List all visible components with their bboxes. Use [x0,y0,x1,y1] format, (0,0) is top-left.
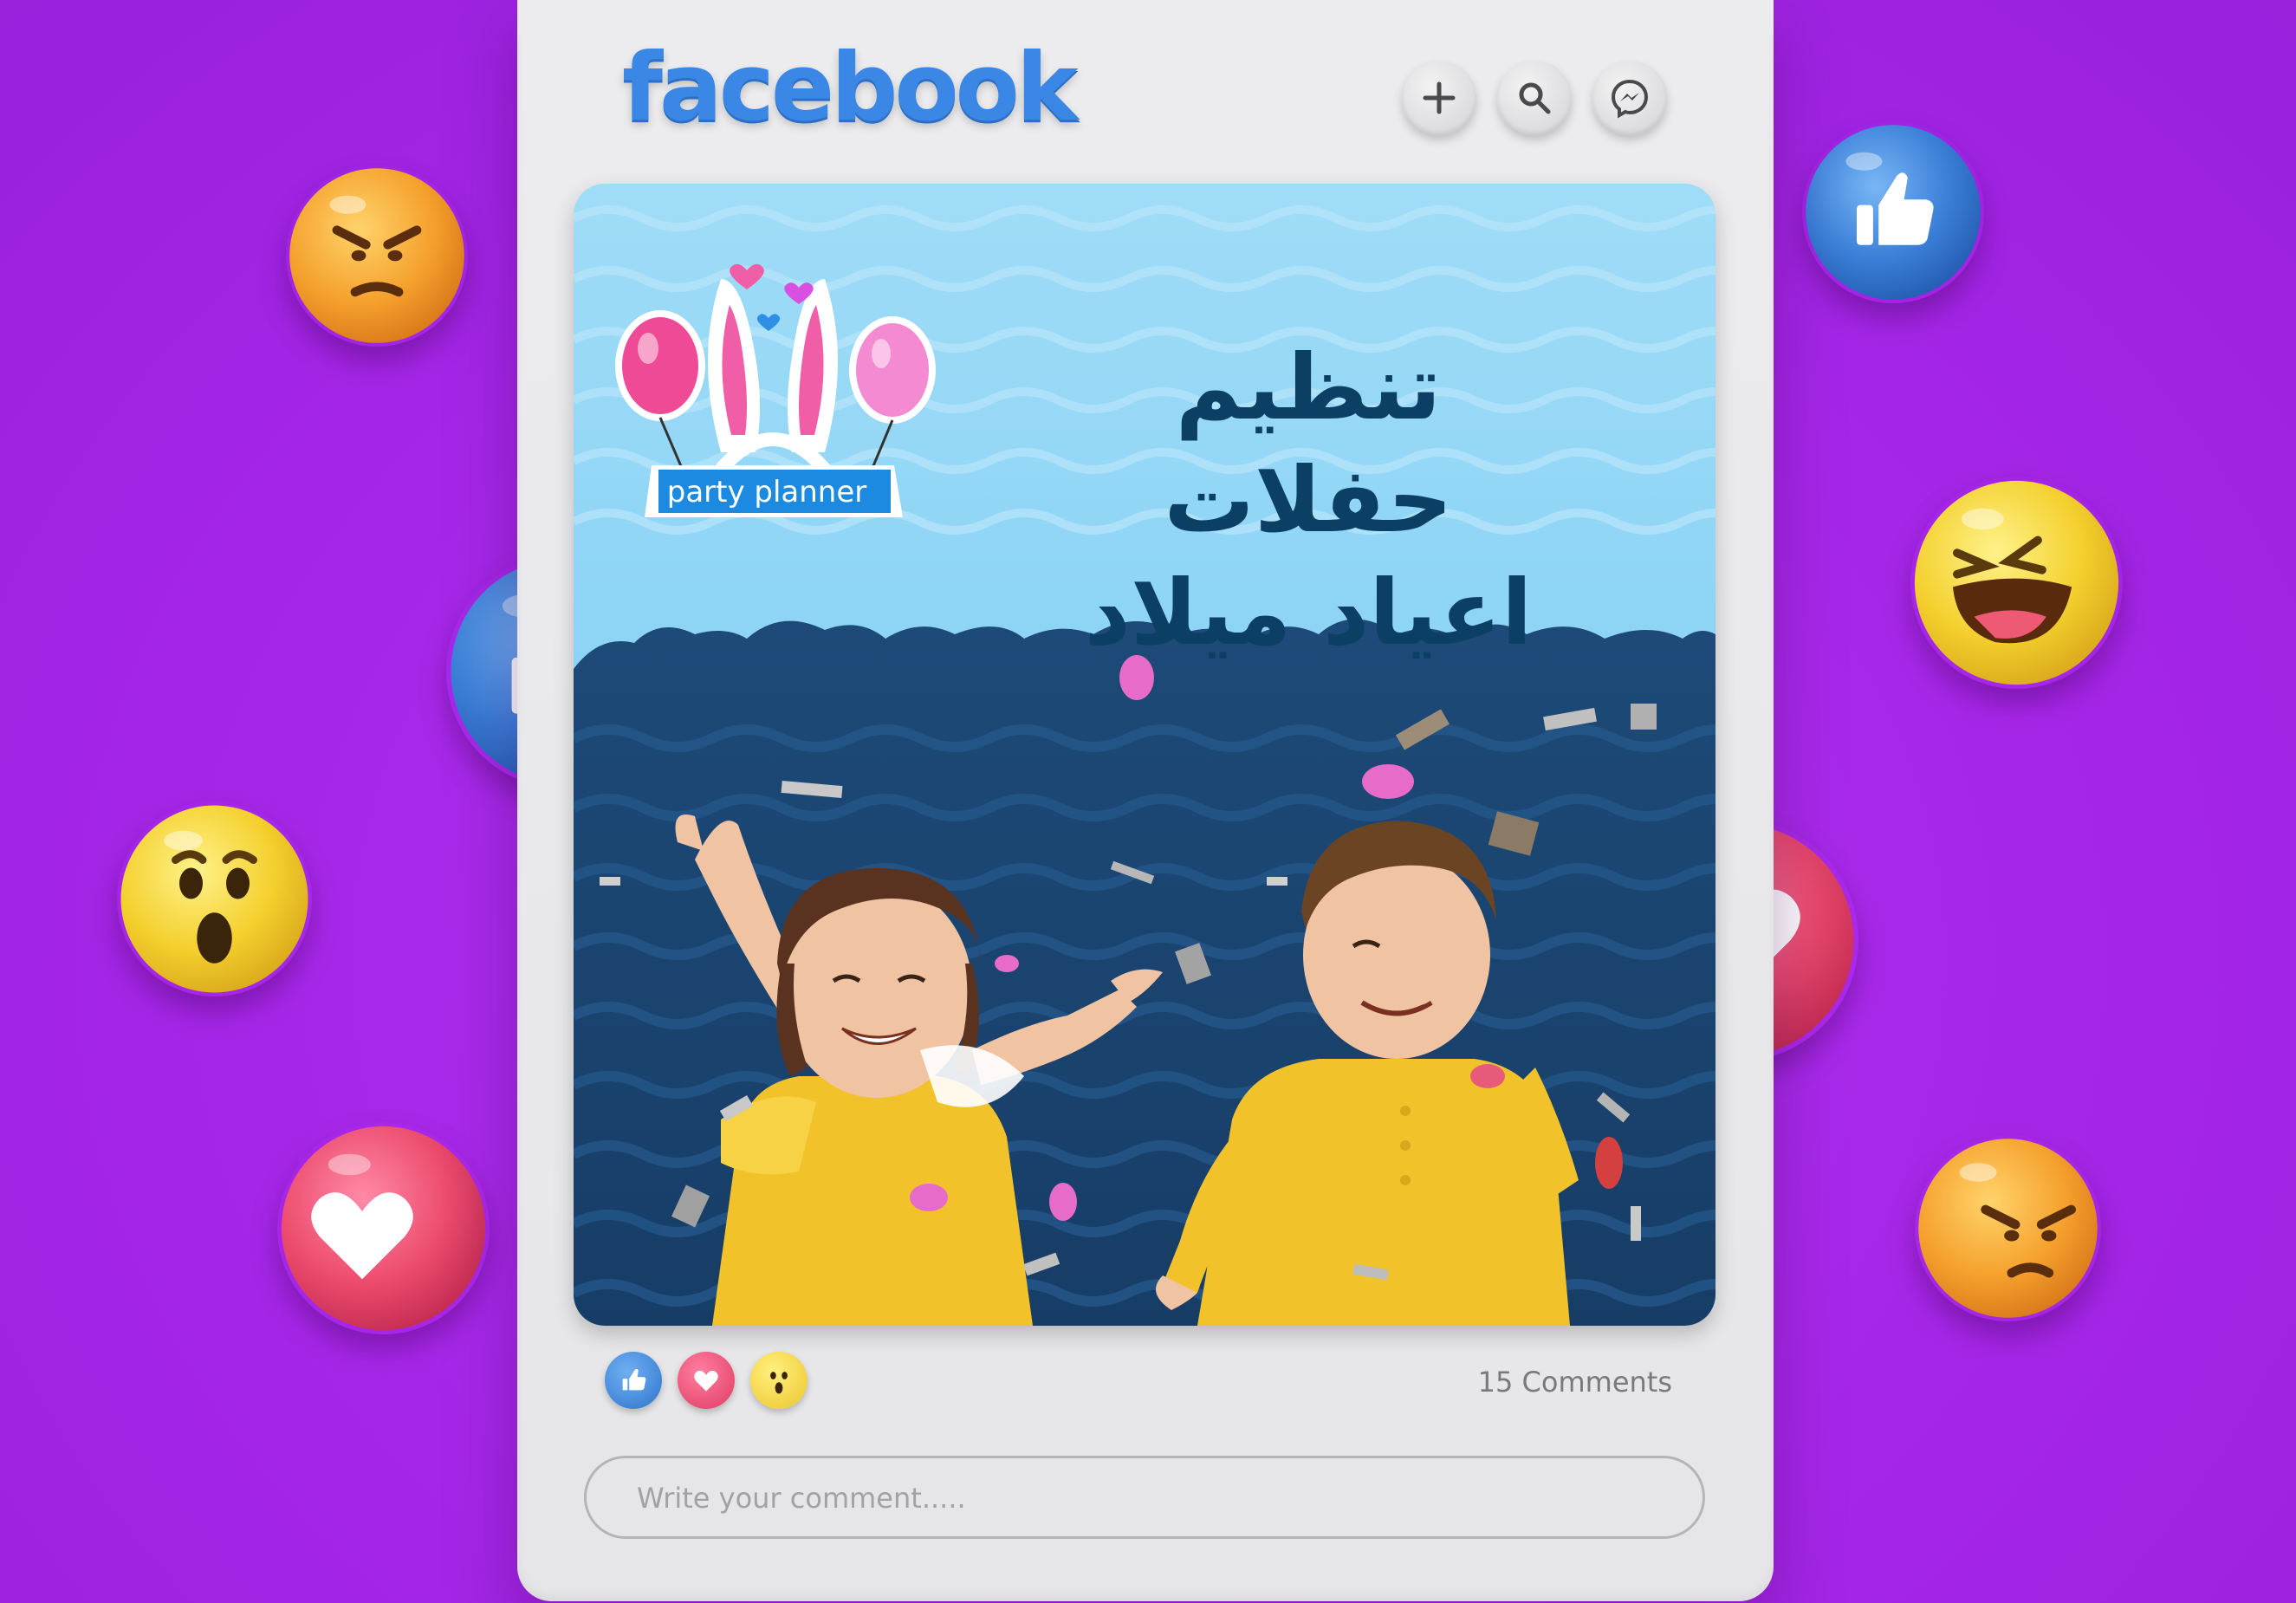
love-icon [281,1126,486,1331]
love-icon [694,1370,718,1392]
wow-reaction[interactable] [750,1352,807,1409]
messenger-button[interactable] [1592,61,1667,135]
search-button[interactable] [1497,61,1572,135]
haha-reaction-orb [1910,477,2123,689]
headline-line-1: تنظيم حفلات [1164,334,1453,553]
like-icon [622,1368,646,1391]
plus-icon [1423,81,1456,114]
comment-box[interactable] [584,1456,1705,1539]
boy-figure [1156,821,1579,1326]
party-planner-label: party planner [666,475,867,509]
like-reaction-orb [1802,121,1984,303]
angry-icon [289,168,464,343]
search-icon [1519,82,1551,114]
post-headline: تنظيم حفلات اعياد ميلاد [1048,331,1568,669]
like-reaction[interactable] [605,1352,662,1409]
post-image[interactable]: party planner تنظيم حفلات اعياد ميلاد [574,184,1716,1326]
angry-reaction-orb-bottom [1915,1135,2101,1321]
love-reaction-orb [277,1122,490,1334]
love-reaction[interactable] [678,1352,735,1409]
create-button[interactable] [1402,61,1476,135]
girl-figure [675,814,1163,1326]
wow-reaction-orb [117,802,312,996]
comment-input[interactable] [635,1458,1661,1538]
wow-icon [770,1372,788,1394]
angry-reaction-orb [286,165,468,347]
like-icon [1806,125,1981,300]
facebook-logo: facebook [622,34,1079,142]
wow-icon [120,805,308,993]
headline-line-2: اعياد ميلاد [1084,560,1533,665]
angry-icon [1918,1139,2098,1318]
messenger-icon [1611,79,1649,119]
comments-count-link[interactable]: 15 Comments [1386,1366,1672,1399]
haha-icon [1914,480,2119,685]
